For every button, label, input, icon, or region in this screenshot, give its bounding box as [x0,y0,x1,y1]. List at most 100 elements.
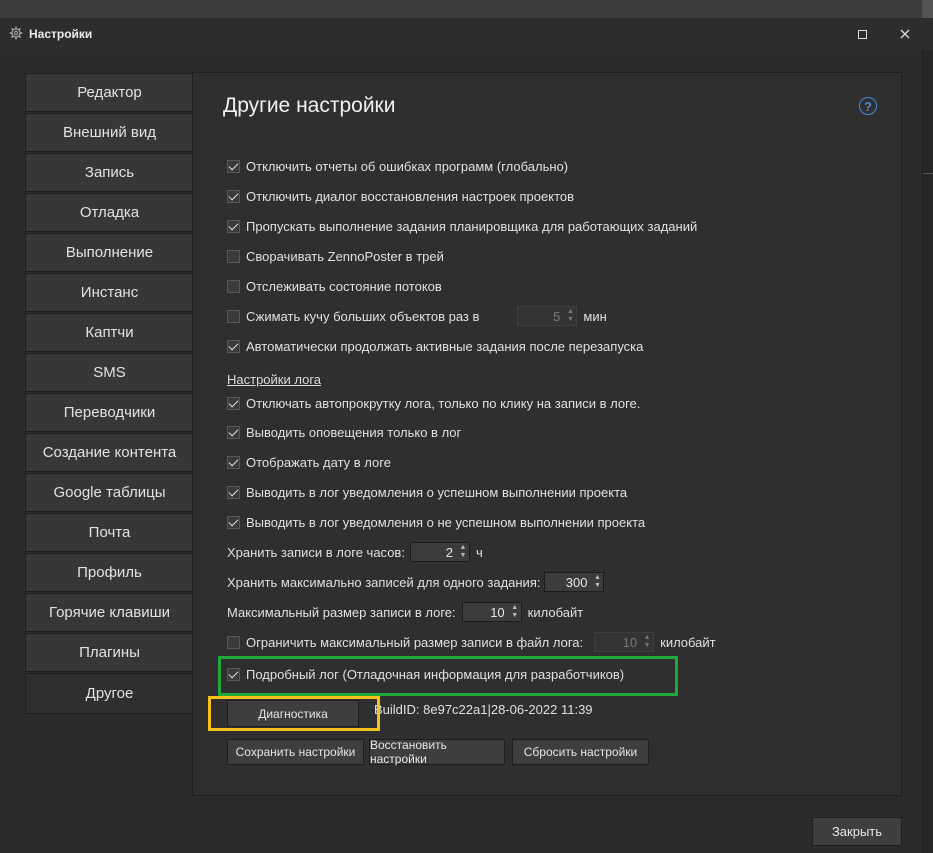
log-option-row[interactable]: Выводить в лог уведомления о успешном вы… [227,482,627,502]
window-title: Настройки [29,27,93,41]
limit-file-unit: килобайт [660,634,716,650]
compress-stepper: 5 ▲ ▼ [517,306,578,326]
tab-3[interactable]: Отладка [25,193,193,232]
gear-icon [9,26,23,40]
autocontinue-checkbox[interactable] [227,339,240,353]
keep-hours-unit: ч [475,544,483,560]
tab-12[interactable]: Профиль [25,553,193,592]
tab-6[interactable]: Каптчи [25,313,193,352]
tab-5[interactable]: Инстанс [25,273,193,312]
compress-checkbox[interactable] [227,309,240,323]
limit-file-value: 10 [622,634,638,650]
help-icon[interactable]: ? [859,97,877,115]
general-option-checkbox[interactable] [227,159,240,173]
max-size-unit: килобайт [527,604,584,620]
compress-unit: мин [583,308,607,324]
max-records-stepper[interactable]: 300 ▲ ▼ [544,572,605,592]
general-option-label: Отслеживать состояние потоков [246,278,442,294]
keep-hours-label: Хранить записи в логе часов: [227,544,405,560]
maximize-icon [857,29,867,39]
tab-11[interactable]: Почта [25,513,193,552]
keep-hours-stepper[interactable]: 2 ▲ ▼ [409,542,470,562]
verbose-log-checkbox[interactable] [227,667,240,681]
general-option-label: Отключить отчеты об ошибках программ (гл… [246,158,569,174]
max-records-value: 300 [565,574,588,590]
title-bar: Настройки [0,18,933,50]
general-option-checkbox[interactable] [227,279,240,293]
general-option-row[interactable]: Пропускать выполнение задания планировщи… [227,216,697,236]
log-option-row[interactable]: Выводить оповещения только в лог [227,422,461,442]
stepper-arrows-icon: ▲ ▼ [643,634,651,649]
tab-8[interactable]: Переводчики [25,393,193,432]
general-option-checkbox[interactable] [227,219,240,233]
stepper-arrows-icon[interactable]: ▲ ▼ [509,604,521,620]
log-option-label: Отключать автопрокрутку лога, только по … [246,395,641,411]
tab-10[interactable]: Google таблицы [25,473,193,512]
max-size-row: Максимальный размер записи в логе: 10 ▲ ▼… [227,602,583,622]
diagnostics-button[interactable]: Диагностика [227,700,359,727]
settings-tabs: Редактор Внешний вид Запись Отладка Выполнен… [25,73,193,715]
keep-hours-value: 2 [445,544,453,560]
stepper-arrows-icon: ▲ ▼ [566,308,574,323]
general-option-label: Сворачивать ZennoPoster в трей [246,248,444,264]
general-option-row[interactable]: Отключить диалог восстановления настроек… [227,186,574,206]
save-settings-button[interactable]: Сохранить настройки [227,739,364,765]
log-option-label: Отображать дату в логе [246,454,391,470]
tab-9[interactable]: Создание контента [25,433,193,472]
background-strip [0,0,933,18]
tab-14[interactable]: Плагины [25,633,193,672]
limit-file-row: Ограничить максимальный размер записи в … [227,632,716,652]
autocontinue-label: Автоматически продолжать активные задани… [246,338,644,354]
right-edge [922,50,933,853]
keep-hours-row: Хранить записи в логе часов: 2 ▲ ▼ ч [227,542,483,562]
stepper-arrows-icon[interactable]: ▲ ▼ [457,544,469,560]
max-records-label: Хранить максимально записей для одного з… [227,574,541,590]
log-option-checkbox[interactable] [227,515,240,529]
max-size-stepper[interactable]: 10 ▲ ▼ [461,602,522,622]
reset-settings-button[interactable]: Сбросить настройки [512,739,649,765]
log-option-label: Выводить в лог уведомления о успешном вы… [246,484,628,500]
max-size-value: 10 [490,604,505,620]
compress-value: 5 [553,308,561,324]
tab-4[interactable]: Выполнение [25,233,193,272]
tab-13[interactable]: Горячие клавиши [25,593,193,632]
log-option-label: Выводить оповещения только в лог [246,424,462,440]
limit-file-stepper: 10 ▲ ▼ [594,632,655,652]
log-option-row[interactable]: Отключать автопрокрутку лога, только по … [227,393,640,413]
tab-0[interactable]: Редактор [25,73,193,112]
tab-2[interactable]: Запись [25,153,193,192]
compress-label: Сжимать кучу больших объектов раз в [246,308,480,324]
log-section-title: Настройки лога [227,372,322,387]
general-option-label: Пропускать выполнение задания планировщи… [246,218,698,234]
log-option-row[interactable]: Выводить в лог уведомления о не успешном… [227,512,645,532]
close-icon[interactable] [895,24,915,44]
verbose-log-label: Подробный лог (Отладочная информация для… [246,666,625,682]
general-option-row[interactable]: Отслеживать состояние потоков [227,276,442,296]
tab-1[interactable]: Внешний вид [25,113,193,152]
autocontinue-row[interactable]: Автоматически продолжать активные задани… [227,336,643,356]
general-option-checkbox[interactable] [227,189,240,203]
general-option-checkbox[interactable] [227,249,240,263]
maximize-button[interactable] [852,24,872,44]
verbose-log-row[interactable]: Подробный лог (Отладочная информация для… [227,664,624,684]
log-option-row[interactable]: Отображать дату в логе [227,452,391,472]
limit-file-label: Ограничить максимальный размер записи в … [246,634,584,650]
tab-7[interactable]: SMS [25,353,193,392]
restore-settings-button[interactable]: Восстановить настройки [369,738,505,766]
general-option-row[interactable]: Сворачивать ZennoPoster в трей [227,246,444,266]
build-id: BuildID: 8e97c22a1|28-06-2022 11:39 [374,702,593,717]
max-records-row: Хранить максимально записей для одного з… [227,572,605,592]
stepper-arrows-icon[interactable]: ▲ ▼ [591,574,603,590]
general-option-row[interactable]: Отключить отчеты об ошибках программ (гл… [227,156,568,176]
log-option-checkbox[interactable] [227,425,240,439]
log-option-checkbox[interactable] [227,455,240,469]
general-option-label: Отключить диалог восстановления настроек… [246,188,575,204]
tab-15[interactable]: Другое [25,673,193,714]
limit-file-checkbox[interactable] [227,635,240,649]
max-size-label: Максимальный размер записи в логе: [227,604,456,620]
log-option-label: Выводить в лог уведомления о не успешном… [246,514,646,530]
close-button[interactable]: Закрыть [812,817,902,846]
page-title: Другие настройки [223,94,396,117]
log-option-checkbox[interactable] [227,396,240,410]
log-option-checkbox[interactable] [227,485,240,499]
